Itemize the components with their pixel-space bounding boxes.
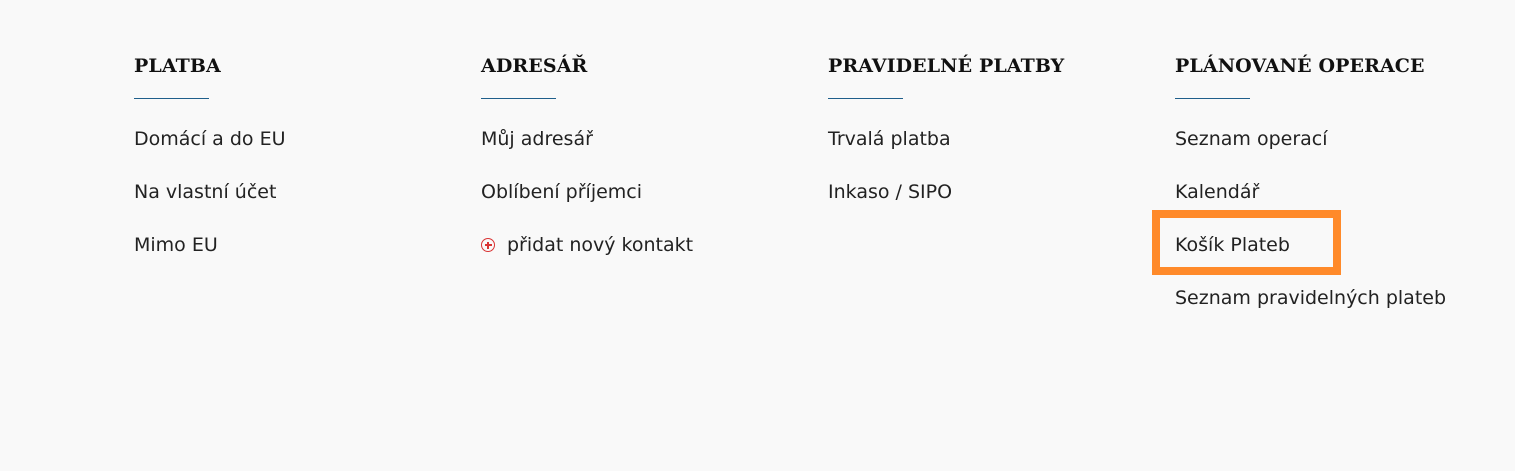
menu-list-platba: Domácí a do EU Na vlastní účet Mimo EU	[134, 125, 464, 284]
menu-link-oblibeni-prijemci[interactable]: Oblíbení příjemci	[481, 178, 811, 231]
menu-link-kalendar[interactable]: Kalendář	[1175, 178, 1505, 231]
menu-link-label: přidat nový kontakt	[507, 234, 694, 256]
payments-mega-menu: PLATBA Domácí a do EU Na vlastní účet Mi…	[0, 0, 1515, 471]
menu-link-label: Trvalá platba	[828, 128, 951, 150]
menu-link-label: Kalendář	[1175, 181, 1260, 203]
menu-link-seznam-operaci[interactable]: Seznam operací	[1175, 125, 1505, 178]
menu-column-pravidelne-platby: PRAVIDELNÉ PLATBY Trvalá platba Inkaso /…	[828, 54, 1158, 231]
menu-link-pridat-novy-kontakt[interactable]: přidat nový kontakt	[481, 231, 811, 284]
menu-link-label: Můj adresář	[481, 128, 593, 150]
column-title-platba: PLATBA	[134, 55, 221, 77]
menu-column-platba: PLATBA Domácí a do EU Na vlastní účet Mi…	[134, 54, 464, 284]
column-title-pravidelne-platby: PRAVIDELNÉ PLATBY	[828, 55, 1065, 77]
column-title-planovane-operace: PLÁNOVANÉ OPERACE	[1175, 55, 1425, 77]
menu-link-label: Seznam pravidelných plateb	[1175, 287, 1447, 309]
menu-link-label: Inkaso / SIPO	[828, 181, 953, 203]
menu-list-adresar: Můj adresář Oblíbení příjemci přidat nov…	[481, 125, 811, 284]
column-title-underline	[828, 98, 903, 99]
menu-list-planovane-operace: Seznam operací Kalendář Košík Plateb Sez…	[1175, 125, 1505, 337]
column-title-underline	[481, 98, 556, 99]
menu-link-trvala-platba[interactable]: Trvalá platba	[828, 125, 1158, 178]
column-title-adresar: ADRESÁŘ	[481, 55, 588, 77]
menu-link-domaci-a-do-eu[interactable]: Domácí a do EU	[134, 125, 464, 178]
menu-link-label: Domácí a do EU	[134, 128, 286, 150]
column-title-underline	[134, 98, 209, 99]
menu-link-seznam-pravidelnych-plateb[interactable]: Seznam pravidelných plateb	[1175, 284, 1505, 337]
menu-list-pravidelne-platby: Trvalá platba Inkaso / SIPO	[828, 125, 1158, 231]
menu-link-label: Na vlastní účet	[134, 181, 277, 203]
menu-column-planovane-operace: PLÁNOVANÉ OPERACE Seznam operací Kalendá…	[1175, 54, 1505, 337]
menu-link-label: Košík Plateb	[1175, 234, 1290, 256]
menu-link-na-vlastni-ucet[interactable]: Na vlastní účet	[134, 178, 464, 231]
column-title-underline	[1175, 98, 1250, 99]
menu-column-adresar: ADRESÁŘ Můj adresář Oblíbení příjemci př…	[481, 54, 811, 284]
menu-link-label: Seznam operací	[1175, 128, 1328, 150]
menu-link-kosik-plateb[interactable]: Košík Plateb	[1175, 231, 1505, 284]
add-circle-icon	[481, 238, 495, 252]
menu-link-label: Mimo EU	[134, 234, 218, 256]
menu-link-mimo-eu[interactable]: Mimo EU	[134, 231, 464, 284]
menu-link-inkaso-sipo[interactable]: Inkaso / SIPO	[828, 178, 1158, 231]
menu-link-muj-adresar[interactable]: Můj adresář	[481, 125, 811, 178]
menu-link-label: Oblíbení příjemci	[481, 181, 643, 203]
